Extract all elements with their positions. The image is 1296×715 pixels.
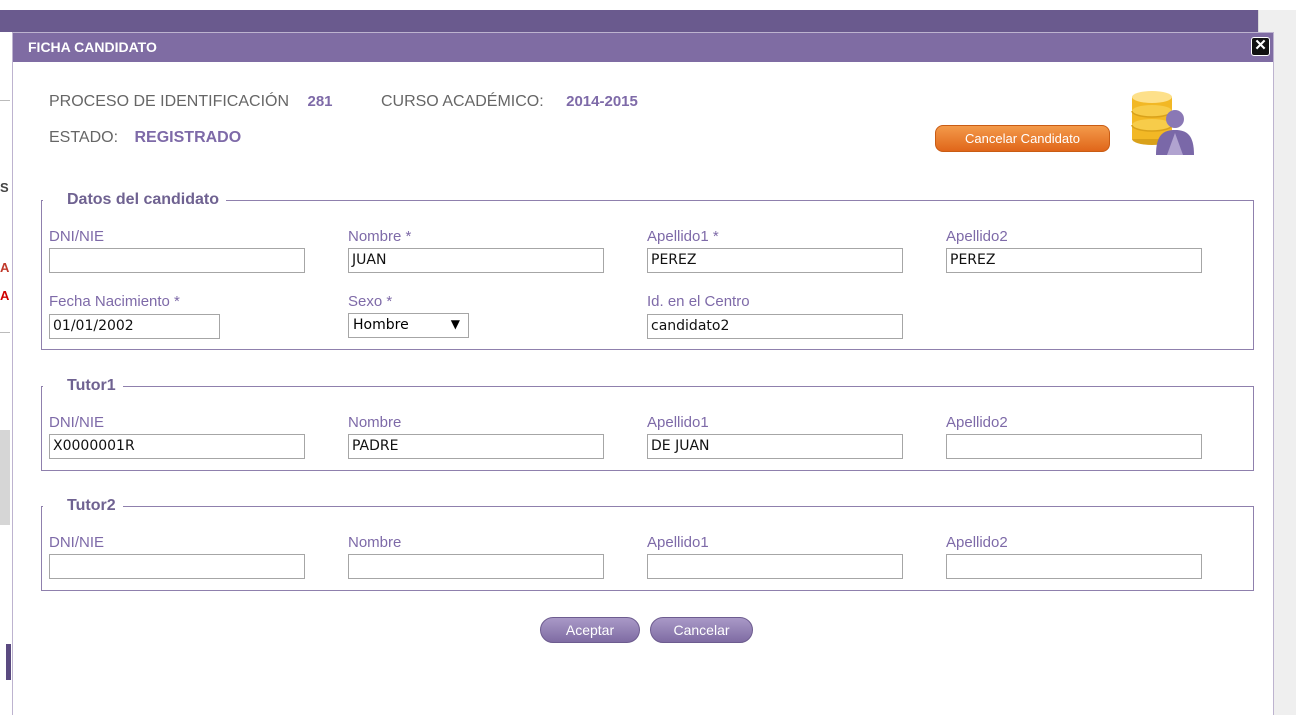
tutor2-apellido1-field[interactable] (647, 554, 903, 579)
sexo-selected-value: Hombre (353, 317, 409, 333)
tutor1-apellido1-label: Apellido1 (647, 414, 709, 431)
background-panel (0, 430, 10, 525)
id-centro-field[interactable]: candidato2 (647, 314, 903, 339)
tutor2-apellido2-label: Apellido2 (946, 534, 1008, 551)
estado-row: ESTADO: REGISTRADO (49, 129, 241, 147)
sexo-label: Sexo * (348, 293, 393, 310)
fecha-nacimiento-label: Fecha Nacimiento * (49, 293, 180, 310)
sexo-select[interactable]: Hombre ▼ (348, 313, 469, 338)
cancel-candidate-button[interactable]: Cancelar Candidato (935, 125, 1110, 152)
tutor1-nombre-label: Nombre (348, 414, 402, 431)
modal-header: FICHA CANDIDATO ✕ (13, 33, 1273, 62)
dni-field[interactable] (49, 248, 305, 273)
background-accent (6, 644, 11, 680)
apellido2-label: Apellido2 (946, 228, 1008, 245)
background-top-bar (0, 10, 1258, 32)
nombre-label: Nombre * (348, 228, 412, 245)
tutor1-section: Tutor1 DNI/NIE X0000001R Nombre PADRE Ap… (41, 377, 1254, 471)
tutor2-apellido2-field[interactable] (946, 554, 1202, 579)
proceso-value: 281 (307, 93, 333, 110)
tutor1-apellido2-label: Apellido2 (946, 414, 1008, 431)
tutor1-nombre-field[interactable]: PADRE (348, 434, 604, 459)
tutor2-nombre-field[interactable] (348, 554, 604, 579)
tutor2-dni-label: DNI/NIE (49, 534, 105, 551)
tutor2-section: Tutor2 DNI/NIE Nombre Apellido1 Apellido… (41, 497, 1254, 591)
tutor1-legend: Tutor1 (43, 377, 123, 395)
database-user-icon (1131, 91, 1194, 155)
proceso-row: PROCESO DE IDENTIFICACIÓN 281 CURSO ACAD… (49, 93, 638, 111)
background-divider (0, 332, 10, 333)
tutor2-apellido1-label: Apellido1 (647, 534, 709, 551)
cancelar-button[interactable]: Cancelar (650, 617, 753, 643)
tutor1-apellido1-field[interactable]: DE JUAN (647, 434, 903, 459)
dni-label: DNI/NIE (49, 228, 105, 245)
tutor2-legend: Tutor2 (43, 497, 123, 515)
background-text-fragment: A (0, 260, 10, 275)
tutor2-dni-field[interactable] (49, 554, 305, 579)
apellido1-label: Apellido1 * (647, 228, 719, 245)
datos-candidato-legend: Datos del candidato (42, 191, 227, 209)
proceso-label: PROCESO DE IDENTIFICACIÓN (49, 93, 290, 110)
estado-label: ESTADO: (49, 129, 119, 146)
background-divider (0, 100, 10, 101)
fecha-nacimiento-field[interactable]: 01/01/2002 (49, 314, 220, 339)
background-text-fragment: A (0, 288, 10, 303)
nombre-field[interactable]: JUAN (348, 248, 604, 273)
close-icon[interactable]: ✕ (1251, 37, 1270, 56)
estado-value: REGISTRADO (134, 129, 242, 146)
modal-title: FICHA CANDIDATO (28, 39, 157, 55)
candidate-modal: FICHA CANDIDATO ✕ PROCESO DE IDENTIFICAC… (12, 32, 1274, 715)
background-text-fragment: S (0, 180, 9, 195)
curso-value: 2014-2015 (566, 93, 638, 110)
chevron-down-icon: ▼ (450, 317, 460, 331)
tutor1-dni-field[interactable]: X0000001R (49, 434, 305, 459)
tutor1-apellido2-field[interactable] (946, 434, 1202, 459)
aceptar-button[interactable]: Aceptar (540, 617, 640, 643)
tutor1-dni-label: DNI/NIE (49, 414, 105, 431)
id-centro-label: Id. en el Centro (647, 293, 750, 310)
curso-label: CURSO ACADÉMICO: (380, 93, 544, 110)
apellido2-field[interactable]: PEREZ (946, 248, 1202, 273)
apellido1-field[interactable]: PEREZ (647, 248, 903, 273)
datos-candidato-section: Datos del candidato DNI/NIE Nombre * JUA… (41, 191, 1254, 350)
tutor2-nombre-label: Nombre (348, 534, 402, 551)
background-page-edge: S A A (0, 32, 12, 715)
